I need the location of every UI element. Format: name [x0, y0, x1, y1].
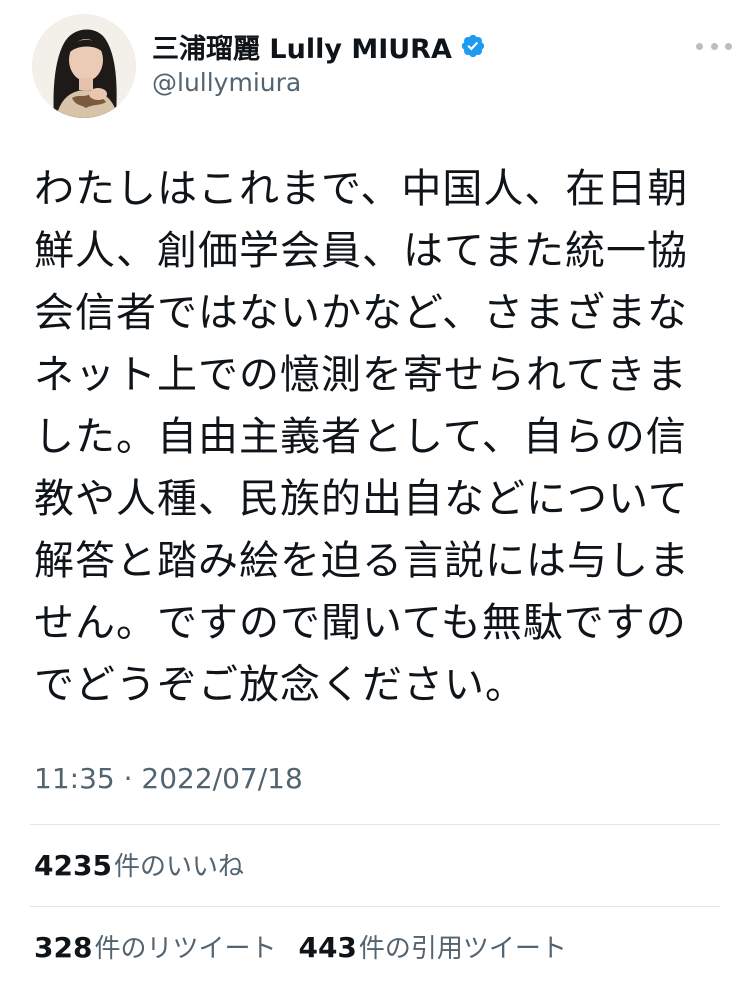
retweets-row: 328 件のリツイート 443 件の引用ツイート — [34, 928, 589, 965]
more-dot — [696, 42, 703, 50]
retweets-label: 件のリツイート — [94, 934, 277, 964]
likes-count: 4235 — [34, 849, 112, 882]
author-handle[interactable]: @lullymiura — [152, 68, 486, 97]
display-name[interactable]: 三浦瑠麗 Lully MIURA — [152, 27, 452, 66]
divider — [30, 824, 720, 825]
more-options-icon[interactable] — [696, 34, 732, 58]
retweets-stat[interactable]: 328 件のリツイート — [34, 928, 276, 965]
more-dot — [725, 42, 732, 50]
quotes-stat[interactable]: 443 件の引用ツイート — [298, 928, 566, 965]
quotes-label: 件の引用ツイート — [358, 934, 567, 964]
verified-badge-icon — [460, 33, 486, 59]
tweet-timestamp[interactable]: 11:35 · 2022/07/18 — [34, 762, 303, 795]
more-dot — [710, 42, 718, 50]
retweets-count: 328 — [34, 931, 93, 964]
likes-row: 4235 件のいいね — [34, 846, 266, 883]
quotes-count: 443 — [298, 931, 357, 964]
display-name-row: 三浦瑠麗 Lully MIURA — [152, 26, 486, 66]
likes-stat[interactable]: 4235 件のいいね — [34, 846, 244, 883]
author-names: 三浦瑠麗 Lully MIURA @lullymiura — [152, 26, 486, 97]
tweet-header: 三浦瑠麗 Lully MIURA @lullymiura — [32, 14, 732, 118]
tweet-text: わたしはこれまで、中国人、在日朝鮮人、創価学会員、はてまた統一協会信者ではないか… — [34, 166, 690, 708]
likes-label: 件のいいね — [113, 852, 244, 882]
avatar-image — [32, 14, 136, 118]
avatar[interactable] — [32, 14, 136, 118]
divider — [30, 906, 720, 907]
